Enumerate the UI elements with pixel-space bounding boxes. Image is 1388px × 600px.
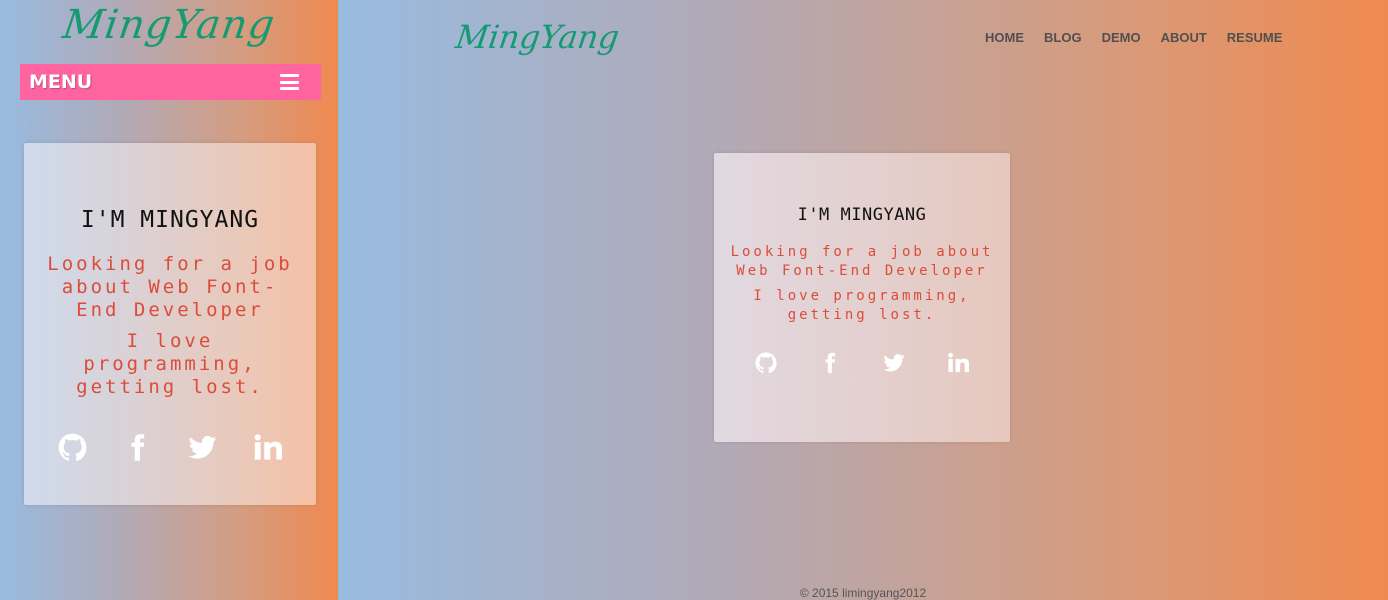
twitter-icon[interactable]: [188, 433, 217, 462]
mobile-intro-card: I'M MINGYANG Looking for a job about Web…: [24, 143, 316, 505]
twitter-icon[interactable]: [883, 352, 905, 374]
github-icon[interactable]: [58, 433, 87, 462]
desktop-preview: MingYang HOME BLOG DEMO ABOUT RESUME I'M…: [338, 0, 1388, 600]
card-tagline: I love programming, getting lost.: [76, 330, 264, 398]
nav-demo[interactable]: DEMO: [1102, 30, 1141, 45]
card-title: I'M MINGYANG: [797, 205, 927, 225]
footer-copyright: © 2015 limingyang2012: [799, 586, 927, 600]
hamburger-menu-icon[interactable]: [280, 74, 299, 90]
mobile-menu-bar[interactable]: MENU: [20, 64, 321, 100]
card-subtitle: Looking for a job about Web Font-End Dev…: [47, 253, 293, 321]
github-icon[interactable]: [755, 352, 777, 374]
social-links: [24, 433, 316, 462]
nav-resume[interactable]: RESUME: [1227, 30, 1283, 45]
facebook-icon[interactable]: [123, 433, 152, 462]
intro-card: I'M MINGYANG Looking for a job about Web…: [714, 153, 1010, 442]
card-subtitle: Looking for a job about Web Font-End Dev…: [730, 244, 994, 279]
nav-about[interactable]: ABOUT: [1161, 30, 1207, 45]
site-logo[interactable]: MingYang: [453, 18, 621, 56]
social-links: [714, 352, 1010, 374]
main-nav: HOME BLOG DEMO ABOUT RESUME: [985, 30, 1282, 45]
mobile-logo[interactable]: MingYang: [0, 2, 338, 48]
facebook-icon[interactable]: [819, 352, 841, 374]
card-tagline: I love programming, getting lost.: [753, 288, 971, 323]
linkedin-icon[interactable]: [253, 433, 282, 462]
nav-home[interactable]: HOME: [985, 30, 1024, 45]
card-title: I'M MINGYANG: [80, 207, 260, 233]
nav-blog[interactable]: BLOG: [1044, 30, 1082, 45]
menu-label: MENU: [29, 71, 93, 93]
linkedin-icon[interactable]: [947, 352, 969, 374]
mobile-preview: MingYang MENU I'M MINGYANG Looking for a…: [0, 0, 338, 600]
